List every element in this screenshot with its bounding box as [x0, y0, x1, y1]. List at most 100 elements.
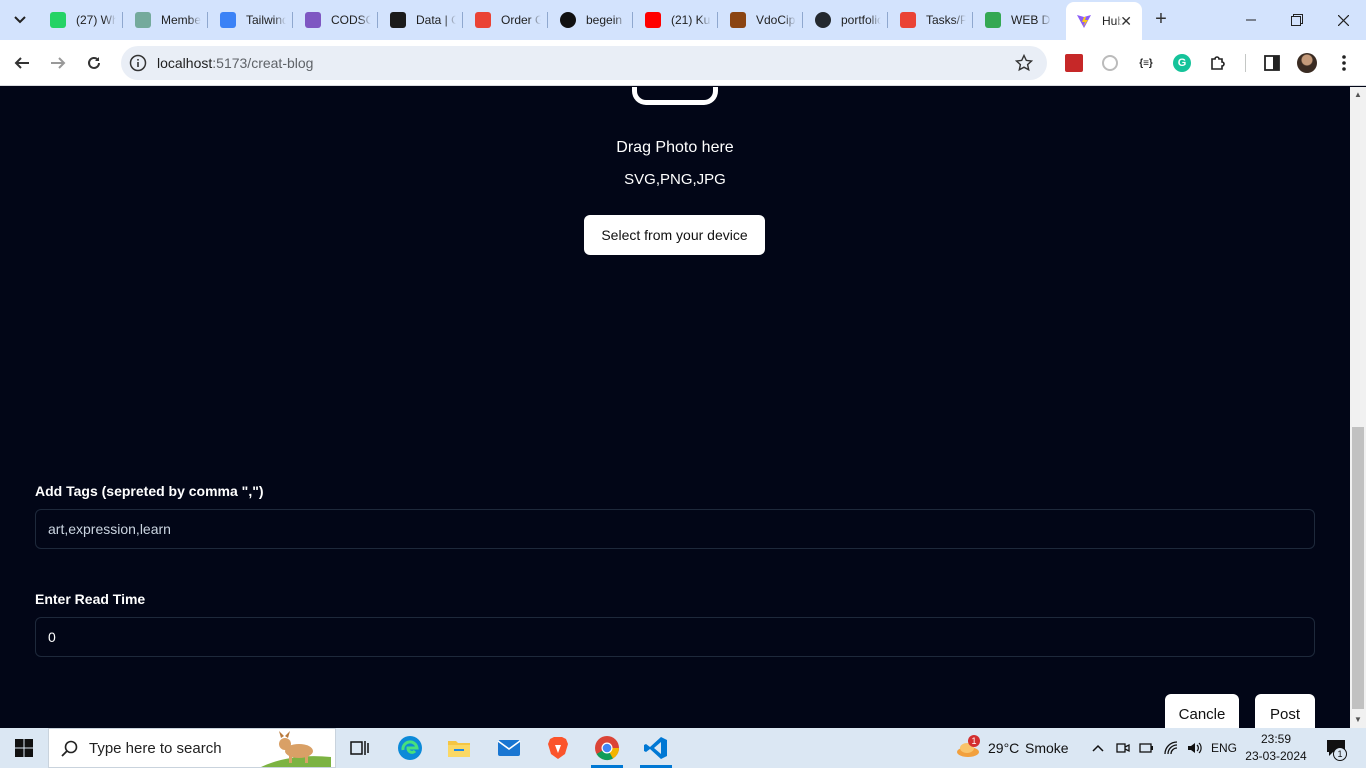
browser-toolbar: localhost:5173/creat-blog {≡} G [0, 40, 1366, 86]
tab-12[interactable]: WEB DEV [975, 6, 1054, 34]
allowed-formats-text: SVG,PNG,JPG [624, 171, 726, 188]
close-window-button[interactable] [1320, 0, 1366, 40]
grammarly-icon[interactable]: G [1172, 53, 1192, 73]
tab-title: Tasks/Projects [926, 13, 966, 27]
weather-temperature[interactable]: 29°C [988, 740, 1019, 756]
tab-6[interactable]: Order Gmail [465, 6, 544, 34]
forward-button[interactable] [44, 49, 72, 77]
tab-title: portfolio [841, 13, 881, 27]
menu-kebab-icon[interactable] [1334, 53, 1354, 73]
tab-search-button[interactable] [6, 7, 34, 33]
tab-close-icon[interactable]: ✕ [1120, 13, 1132, 30]
taskbar-chrome[interactable] [585, 728, 629, 768]
back-button[interactable] [8, 49, 36, 77]
vercel-icon [560, 12, 576, 28]
taskbar-brave[interactable] [536, 728, 580, 768]
battery-icon[interactable] [1138, 738, 1156, 758]
profile-avatar[interactable] [1297, 53, 1317, 73]
clock-time: 23:59 [1260, 732, 1292, 746]
tab-3[interactable]: Tailwind [210, 6, 289, 34]
windows-logo-icon [15, 739, 33, 757]
scrollbar-thumb[interactable] [1352, 427, 1364, 709]
tab-title: VdoCipher [756, 13, 796, 27]
tab-title: CODSOFT [331, 13, 371, 27]
meet-now-icon[interactable] [1114, 738, 1132, 758]
tab-4[interactable]: CODSOFT [295, 6, 374, 34]
mail-icon [497, 740, 521, 756]
select-from-device-button[interactable]: Select from your device [584, 215, 765, 255]
taskbar-file-explorer[interactable] [437, 728, 481, 768]
forms-icon [305, 12, 321, 28]
page-scrollbar[interactable]: ▲ ▼ [1350, 87, 1366, 728]
extension-red-icon[interactable] [1064, 53, 1084, 73]
tab-title: Order Gmail [501, 13, 541, 27]
url-path: :5173/creat-blog [212, 55, 314, 71]
start-button[interactable] [0, 728, 48, 768]
tab-2[interactable]: Members [125, 6, 204, 34]
arrow-right-icon [51, 57, 66, 69]
site-info-icon[interactable] [129, 54, 147, 72]
github-icon [815, 12, 831, 28]
address-bar[interactable]: localhost:5173/creat-blog [121, 46, 1047, 80]
openai-icon [135, 12, 151, 28]
tags-input[interactable]: art,expression,learn [35, 509, 1315, 549]
chevron-down-icon [14, 16, 26, 24]
notification-count: 1 [1333, 747, 1347, 761]
active-tab-title: Hub [1102, 14, 1122, 28]
tab-title: begein [586, 13, 623, 27]
tab-8[interactable]: (21) Kuch [635, 6, 714, 34]
chevron-up-icon[interactable] [1089, 738, 1107, 758]
folder-icon [448, 741, 470, 757]
minimize-button[interactable] [1228, 0, 1274, 40]
tab-11[interactable]: Tasks/Projects [890, 6, 969, 34]
drag-photo-text: Drag Photo here [616, 139, 734, 156]
tab-10[interactable]: portfolio [805, 6, 884, 34]
tab-separator [292, 12, 293, 28]
taskbar-search-box[interactable]: Type here to search [48, 728, 336, 768]
url-host: localhost [157, 55, 213, 71]
toolbar-divider [1245, 54, 1246, 72]
tab-title: Members [161, 13, 201, 27]
tab-separator [717, 12, 718, 28]
tab-9[interactable]: VdoCipher [720, 6, 799, 34]
new-tab-button[interactable]: + [1150, 9, 1172, 31]
tab-active[interactable]: Hub ✕ [1066, 2, 1142, 40]
system-clock[interactable]: 23:59 23-03-2024 [1240, 731, 1312, 765]
scroll-down-icon[interactable]: ▼ [1353, 715, 1363, 725]
edge-icon [398, 736, 422, 760]
taskbar-mail[interactable] [487, 728, 531, 768]
restore-button[interactable] [1274, 0, 1320, 40]
taskbar-vscode[interactable] [634, 728, 678, 768]
task-view-button[interactable] [338, 728, 382, 768]
post-button[interactable]: Post [1255, 694, 1315, 728]
tab-separator [887, 12, 888, 28]
restore-icon [1291, 14, 1303, 26]
search-highlight-dog-illustration [261, 731, 331, 767]
taskbar-edge[interactable] [388, 728, 432, 768]
bookmark-star-icon[interactable] [1015, 54, 1033, 72]
tab-title: (21) Kuch [671, 13, 711, 27]
url-text[interactable]: localhost:5173/creat-blog [157, 55, 313, 71]
windows-taskbar: Type here to search 1 29°C Smoke ENG 23:… [0, 728, 1366, 768]
tab-7[interactable]: begein [550, 6, 629, 34]
side-panel-icon[interactable] [1262, 53, 1282, 73]
read-time-label: Enter Read Time [35, 591, 146, 607]
scroll-up-icon[interactable]: ▲ [1353, 90, 1363, 100]
tab-title: (27) WhatsApp [76, 13, 116, 27]
cancel-button[interactable]: Cancle [1165, 694, 1239, 728]
read-time-input[interactable]: 0 [35, 617, 1315, 657]
tags-label: Add Tags (sepreted by comma ",") [35, 483, 264, 499]
wifi-icon[interactable] [1162, 738, 1180, 758]
tab-1[interactable]: (27) WhatsApp [40, 6, 119, 34]
language-indicator[interactable]: ENG [1211, 741, 1237, 755]
extension-gray-icon[interactable] [1100, 53, 1120, 73]
reload-button[interactable] [80, 49, 108, 77]
youtube-icon [645, 12, 661, 28]
vdocipher-icon [730, 12, 746, 28]
extensions-puzzle-icon[interactable] [1208, 53, 1228, 73]
task-view-icon [350, 741, 369, 755]
tab-5[interactable]: Data | Class [380, 6, 459, 34]
json-viewer-icon[interactable]: {≡} [1136, 53, 1156, 73]
volume-icon[interactable] [1186, 738, 1204, 758]
weather-description[interactable]: Smoke [1025, 740, 1069, 756]
